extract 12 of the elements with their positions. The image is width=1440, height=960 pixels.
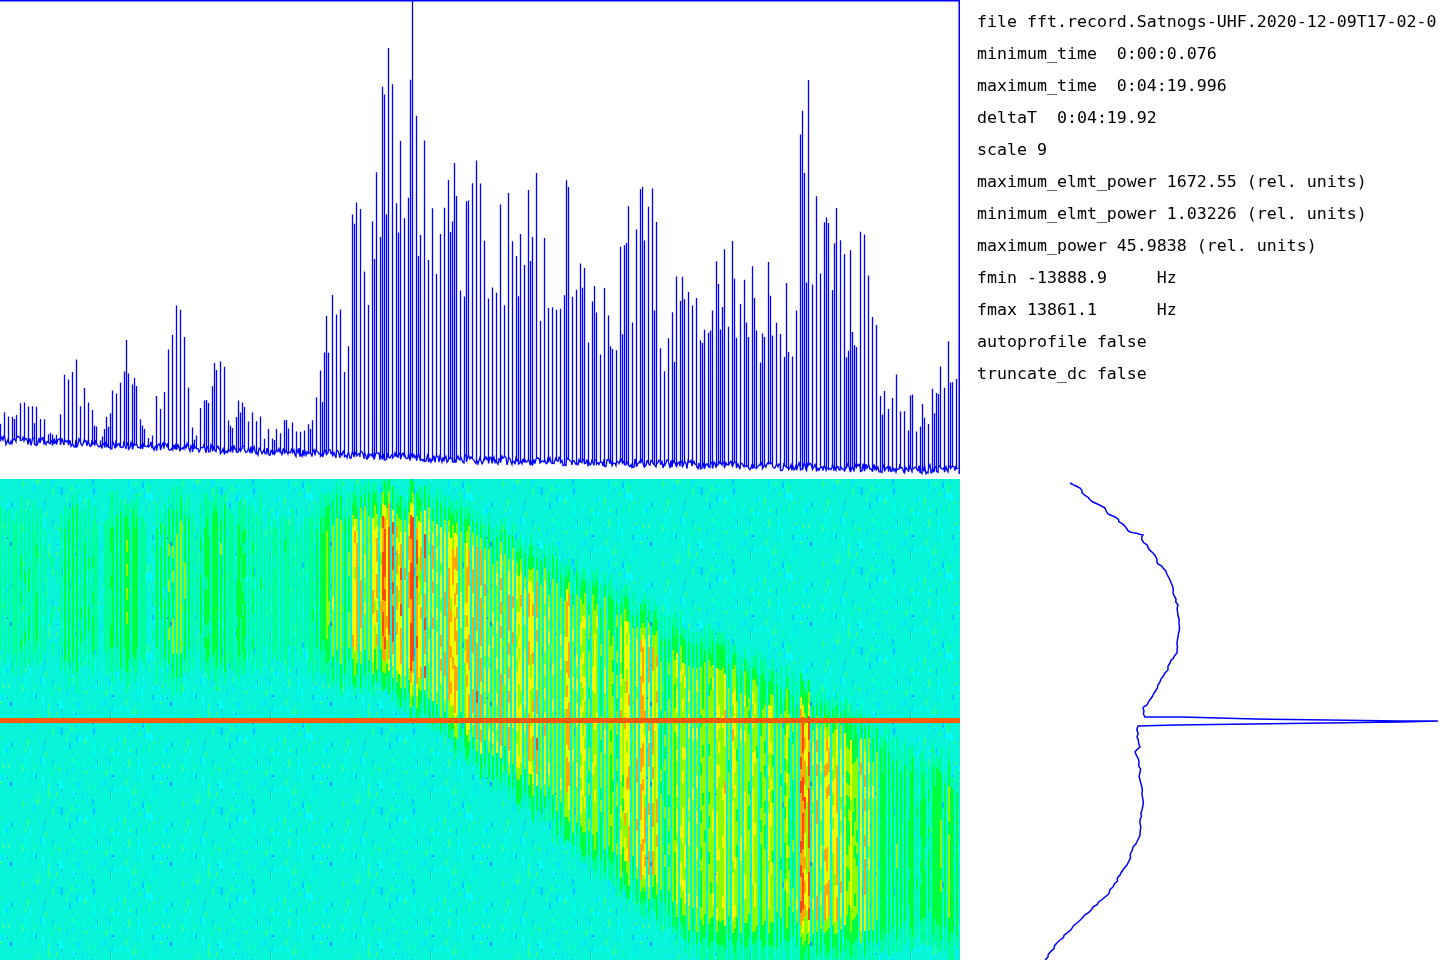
parameter-text: scale 9 (977, 139, 1047, 161)
parameter-text: maximum_power 45.9838 (rel. units) (977, 235, 1317, 257)
parameter-text: minimum_time 0:00:0.076 (977, 43, 1217, 65)
parameter-text: fmin -13888.9 Hz (977, 267, 1177, 289)
file-name-text: file fft.record.Satnogs-UHF.2020-12-09T17-02-0 (977, 11, 1437, 33)
parameter-text: fmax 13861.1 Hz (977, 299, 1177, 321)
parameter-text: minimum_elmt_power 1.03226 (rel. units) (977, 203, 1367, 225)
parameter-text: maximum_time 0:04:19.996 (977, 75, 1227, 97)
parameter-text: truncate_dc false (977, 363, 1147, 385)
parameter-text: deltaT 0:04:19.92 (977, 107, 1157, 129)
parameter-text: maximum_elmt_power 1672.55 (rel. units) (977, 171, 1367, 193)
parameter-text: autoprofile false (977, 331, 1147, 353)
